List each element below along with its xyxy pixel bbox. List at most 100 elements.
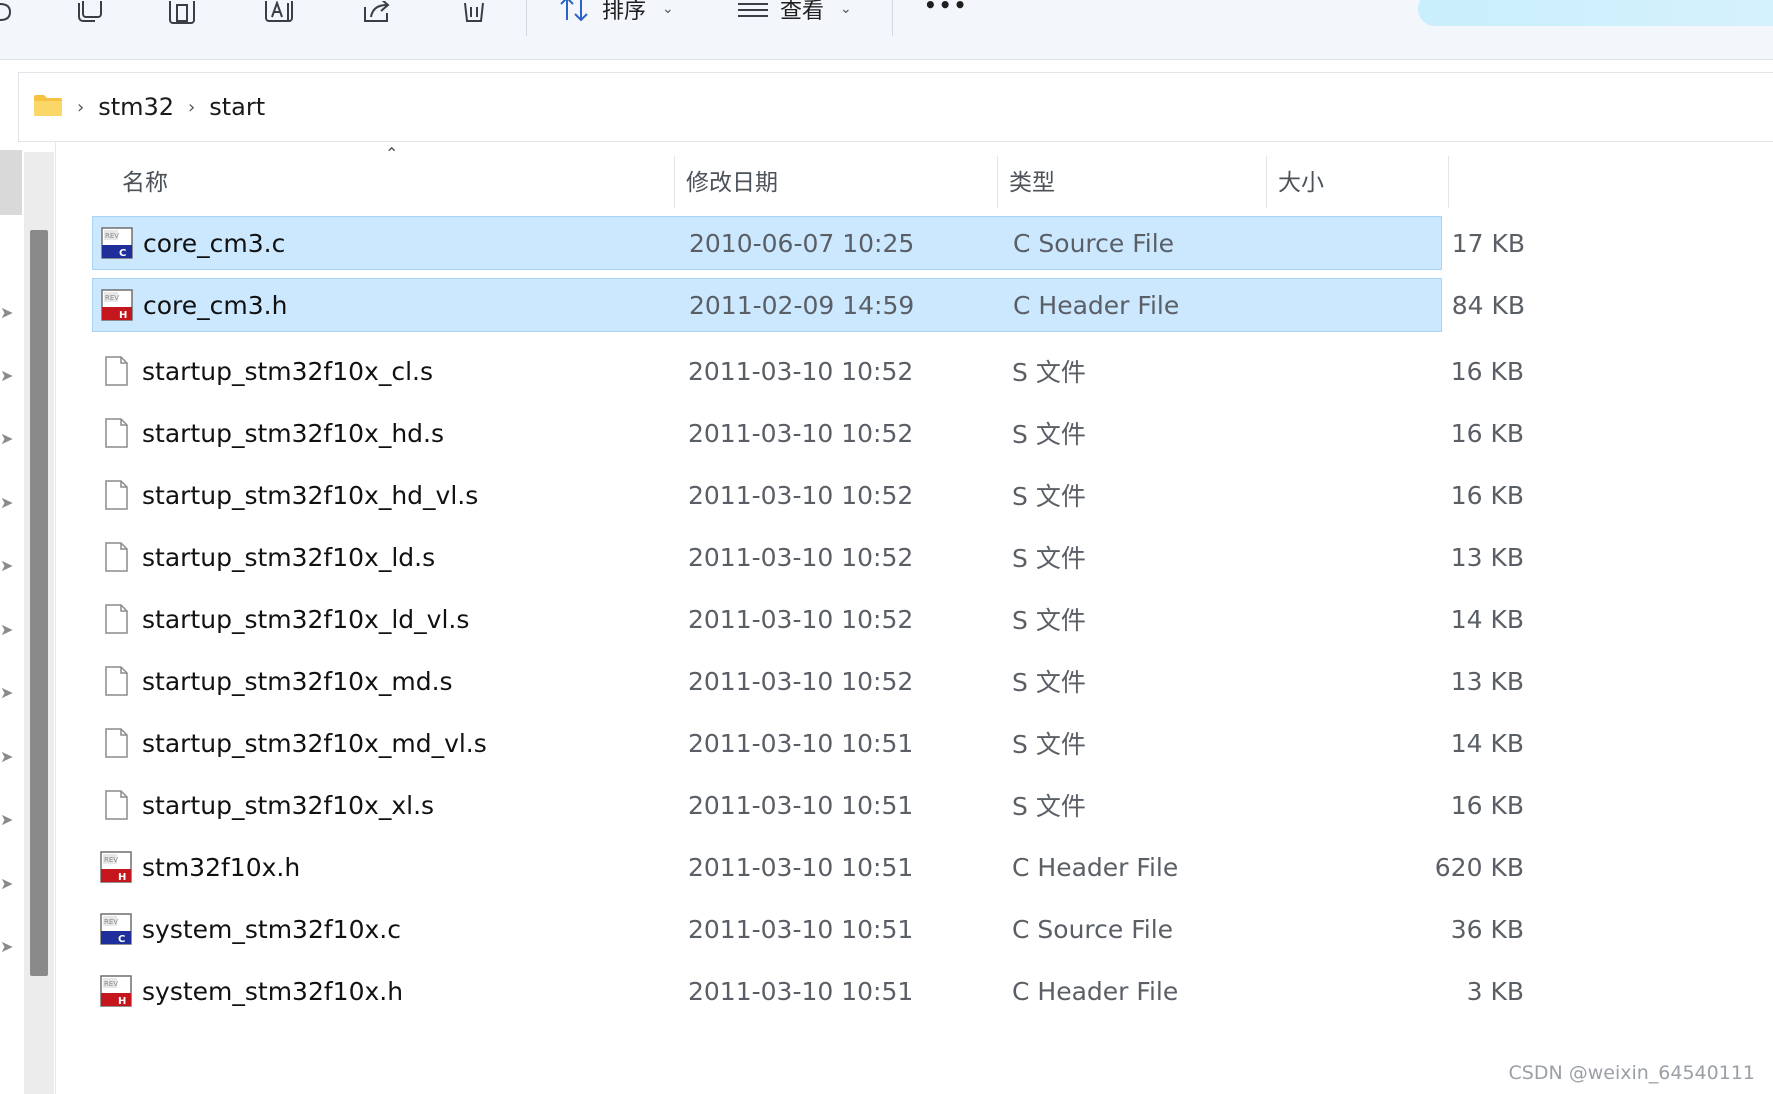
file-date: 2011-03-10 10:51 (688, 790, 914, 820)
file-name-cell: REV Csystem_stm32f10x.c (100, 898, 660, 960)
pin-icon[interactable]: ➤ (0, 748, 14, 766)
svg-text:H: H (118, 872, 126, 883)
column-divider[interactable] (1448, 156, 1449, 208)
file-size: 17 KB (1451, 228, 1525, 258)
rename-icon[interactable] (262, 0, 298, 26)
file-size: 16 KB (1450, 480, 1524, 510)
sort-ascending-icon: ⌃ (385, 144, 399, 163)
file-name-cell: startup_stm32f10x_ld_vl.s (100, 588, 660, 650)
chevron-down-icon: ⌄ (840, 1, 852, 17)
file-row[interactable]: startup_stm32f10x_xl.s 2011-03-10 10:51 S … (92, 774, 1524, 836)
view-button[interactable]: 查看 ⌄ (736, 0, 852, 24)
pin-icon[interactable]: ➤ (0, 494, 14, 512)
file-name-cell: startup_stm32f10x_hd_vl.s (100, 464, 660, 526)
file-size: 14 KB (1450, 728, 1524, 758)
file-date: 2011-03-10 10:51 (688, 852, 914, 882)
file-name-cell: REV H core_cm3.h (101, 279, 661, 331)
c-header-file-icon: REV H (101, 289, 133, 321)
file-name-cell: startup_stm32f10x_ld.s (100, 526, 660, 588)
column-header-type[interactable]: 类型 (997, 152, 1265, 208)
file-name: core_cm3.h (143, 290, 288, 320)
column-header-date[interactable]: 修改日期 (674, 152, 994, 208)
more-options-button[interactable]: ••• (924, 0, 968, 20)
column-header-date-label: 修改日期 (686, 170, 778, 196)
file-type: C Source File (1013, 228, 1175, 258)
delete-icon[interactable] (458, 0, 490, 26)
chevron-right-icon: › (77, 96, 85, 118)
svg-text:H: H (118, 996, 126, 1007)
folder-icon (33, 93, 63, 121)
file-name: system_stm32f10x.h (142, 976, 404, 1006)
pin-icon[interactable]: ➤ (0, 875, 14, 893)
svg-text:REV: REV (105, 232, 119, 240)
svg-text:REV: REV (104, 918, 118, 926)
pin-icon[interactable]: ➤ (0, 430, 14, 448)
pin-icon[interactable]: ➤ (0, 684, 14, 702)
copy-icon[interactable] (72, 0, 108, 26)
file-date: 2011-03-10 10:52 (688, 604, 914, 634)
search-box[interactable] (1418, 0, 1773, 26)
c-header-file-icon: REV H (100, 851, 132, 883)
file-row[interactable]: startup_stm32f10x_hd.s 2011-03-10 10:52 S … (92, 402, 1524, 464)
file-row[interactable]: startup_stm32f10x_ld_vl.s 2011-03-10 10:5… (92, 588, 1524, 650)
file-date: 2011-03-10 10:52 (688, 418, 914, 448)
file-row[interactable]: REV Ccore_cm3.c 2010-06-07 10:25 C Source F… (92, 216, 1525, 270)
file-name: startup_stm32f10x_hd.s (142, 418, 445, 448)
file-row[interactable]: REV Hcore_cm3.h 2011-02-09 14:59 C Header F… (92, 278, 1525, 332)
file-row[interactable]: startup_stm32f10x_hd_vl.s 2011-03-10 10:5… (92, 464, 1524, 526)
svg-text:C: C (119, 248, 126, 259)
file-name: startup_stm32f10x_ld.s (142, 542, 436, 572)
file-name-cell: REV Hstm32f10x.h (100, 836, 660, 898)
svg-text:C: C (118, 934, 125, 945)
pin-icon[interactable]: ➤ (0, 621, 14, 639)
sort-label: 排序 (602, 0, 647, 24)
sort-button[interactable]: 排序 ⌄ (558, 0, 674, 24)
column-header-row: 名称 ⌃ 修改日期 类型 大小 (92, 144, 1450, 208)
generic-file-icon (100, 541, 132, 573)
chevron-down-icon: ⌄ (662, 1, 674, 17)
more-icon: ••• (924, 0, 969, 17)
file-row[interactable]: REV Csystem_stm32f10x.c 2011-03-10 10:51 C … (92, 898, 1524, 960)
file-name-cell: REV Hsystem_stm32f10x.h (100, 960, 660, 1022)
file-row[interactable]: REV Hsystem_stm32f10x.h 2011-03-10 10:51 C … (92, 960, 1524, 1022)
navigation-scrollbar-thumb[interactable] (30, 230, 48, 976)
file-type: S 文件 (1012, 668, 1086, 697)
file-name: system_stm32f10x.c (142, 914, 401, 944)
pin-icon[interactable]: ➤ (0, 557, 14, 575)
column-header-name-label: 名称 (122, 170, 168, 196)
file-name: startup_stm32f10x_hd_vl.s (142, 480, 479, 510)
file-row[interactable]: REV Hstm32f10x.h 2011-03-10 10:51 C Header … (92, 836, 1524, 898)
file-name-cell: startup_stm32f10x_hd.s (100, 402, 660, 464)
undo-icon[interactable] (0, 0, 16, 26)
sort-icon (560, 0, 588, 22)
column-header-size[interactable]: 大小 (1266, 152, 1446, 208)
svg-text:REV: REV (104, 856, 118, 864)
address-bar[interactable]: › stm32 › start (18, 72, 1773, 142)
navigation-selected-item[interactable] (0, 150, 22, 215)
file-type: S 文件 (1012, 482, 1086, 511)
file-row[interactable]: startup_stm32f10x_cl.s 2011-03-10 10:52 S … (92, 340, 1524, 402)
file-row[interactable]: startup_stm32f10x_ld.s 2011-03-10 10:52 S … (92, 526, 1524, 588)
file-name: startup_stm32f10x_xl.s (142, 790, 435, 820)
file-type: S 文件 (1012, 792, 1086, 821)
file-date: 2011-02-09 14:59 (689, 290, 915, 320)
file-row[interactable]: startup_stm32f10x_md.s 2011-03-10 10:52 S … (92, 650, 1524, 712)
pin-icon[interactable]: ➤ (0, 938, 14, 956)
pin-icon[interactable]: ➤ (0, 367, 14, 385)
file-date: 2011-03-10 10:52 (688, 666, 914, 696)
file-size: 16 KB (1450, 356, 1524, 386)
breadcrumb-item-start[interactable]: start (209, 93, 265, 121)
svg-text:REV: REV (104, 980, 118, 988)
file-row[interactable]: startup_stm32f10x_md_vl.s 2011-03-10 10:5… (92, 712, 1524, 774)
file-type: S 文件 (1012, 358, 1086, 387)
file-name: startup_stm32f10x_cl.s (142, 356, 434, 386)
paste-icon[interactable] (164, 0, 200, 26)
share-icon[interactable] (360, 0, 396, 26)
file-name-cell: startup_stm32f10x_xl.s (100, 774, 660, 836)
column-header-size-label: 大小 (1278, 170, 1324, 196)
file-date: 2011-03-10 10:51 (688, 976, 914, 1006)
pin-icon[interactable]: ➤ (0, 811, 14, 829)
svg-text:REV: REV (105, 294, 119, 302)
breadcrumb-item-stm32[interactable]: stm32 (98, 93, 174, 121)
pin-icon[interactable]: ➤ (0, 304, 14, 322)
